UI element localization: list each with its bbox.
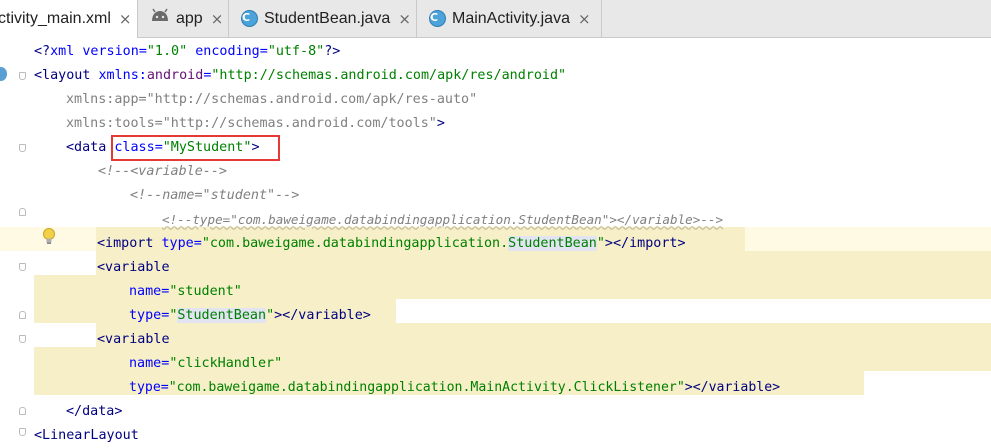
token: name <box>129 284 162 299</box>
token: ?> <box>324 44 341 59</box>
close-icon[interactable]: × <box>119 10 132 28</box>
token: <data <box>66 140 115 155</box>
fold-icon[interactable] <box>19 407 26 415</box>
close-icon[interactable]: × <box>211 10 224 28</box>
token: "1.0" <box>146 44 188 59</box>
token: "com.baweigame.databindingapplication.Ma… <box>168 380 685 395</box>
code-line: <!--<variable--> <box>98 160 991 184</box>
fold-icon[interactable] <box>19 263 26 271</box>
token: <!--type="com.baweigame.databindingappli… <box>162 212 724 227</box>
token: = <box>193 236 202 251</box>
annotation-box <box>111 135 280 161</box>
token: <variable <box>97 260 170 275</box>
token: "clickHandler" <box>169 356 283 371</box>
code-line: name="clickHandler" <box>129 352 991 376</box>
fold-icon[interactable] <box>19 311 26 319</box>
editor-tab-bar: ctivity_main.xml × app × C StudentBean.j… <box>0 0 991 38</box>
code-line: <variable <box>97 256 991 280</box>
token: "http://schemas.android.com/apk/res-auto… <box>146 92 478 107</box>
token: type <box>129 380 161 395</box>
code-editor[interactable]: <?xml version="1.0" encoding="utf-8"?> <… <box>0 38 991 443</box>
code-line: <import type="com.baweigame.databindinga… <box>97 232 991 256</box>
token: </data> <box>66 404 123 419</box>
android-icon <box>150 8 170 29</box>
token: android <box>146 68 204 83</box>
tab-label: StudentBean.java <box>264 9 391 27</box>
token: type <box>129 308 162 323</box>
code-line: xmlns:tools="http://schemas.android.com/… <box>66 112 991 136</box>
tab-studentbean-java[interactable]: C StudentBean.java × <box>229 0 417 37</box>
token: <variable <box>97 332 170 347</box>
code-line: <layout xmlns:android="http://schemas.an… <box>34 64 991 88</box>
tab-activity-main-xml[interactable]: ctivity_main.xml × <box>0 0 138 38</box>
token: "utf-8" <box>267 44 325 59</box>
code-line: <?xml version="1.0" encoding="utf-8"?> <box>34 40 991 64</box>
token: "com.baweigame.databindingapplication. <box>201 236 509 251</box>
token: "http://schemas.android.com/tools" <box>162 116 437 131</box>
token: " <box>266 308 275 323</box>
tab-app[interactable]: app × <box>138 0 229 37</box>
token: xmlns:app= <box>66 92 147 107</box>
code-line: </data> <box>66 400 991 424</box>
token: StudentBean <box>177 308 267 323</box>
token: xml version <box>50 44 139 59</box>
token: type <box>161 236 194 251</box>
token: > <box>436 116 445 131</box>
token: = <box>259 44 268 59</box>
token: ></import> <box>604 236 686 251</box>
token: " <box>596 236 605 251</box>
token: <LinearLayout <box>34 428 139 443</box>
code-line: <LinearLayout <box>34 424 991 448</box>
token: name <box>129 356 162 371</box>
token: <layout <box>34 68 99 83</box>
tab-label: app <box>176 9 203 27</box>
token: encoding <box>187 44 260 59</box>
tab-label: MainActivity.java <box>452 9 570 27</box>
code-line: <!--name="student"--> <box>130 184 991 208</box>
code-line: type="StudentBean"></variable> <box>129 304 991 328</box>
fold-icon[interactable] <box>19 208 26 216</box>
token: = <box>160 380 169 395</box>
token: <? <box>34 44 51 59</box>
token: xmlns:tools= <box>66 116 163 131</box>
token: <!--<variable--> <box>98 164 227 179</box>
token: "http://schemas.android.com/apk/res/andr… <box>211 68 567 83</box>
token: xmlns: <box>98 68 147 83</box>
token: StudentBean <box>508 236 597 251</box>
token: "student" <box>169 284 242 299</box>
java-class-icon: C <box>241 10 258 27</box>
token: ></variable> <box>684 380 781 395</box>
tab-label: ctivity_main.xml <box>0 10 111 27</box>
java-class-icon: C <box>429 10 446 27</box>
code-line: xmlns:app="http://schemas.android.com/ap… <box>66 88 991 112</box>
code-line: name="student" <box>129 280 991 304</box>
fold-icon[interactable] <box>19 335 26 343</box>
fold-icon[interactable] <box>19 144 26 152</box>
token: = <box>138 44 147 59</box>
close-icon[interactable]: × <box>578 10 591 28</box>
close-icon[interactable]: × <box>398 10 411 28</box>
token: ></variable> <box>274 308 371 323</box>
token: <import <box>97 236 162 251</box>
lightbulb-icon[interactable] <box>42 227 56 244</box>
code-line: <variable <box>97 328 991 352</box>
token: <!--name="student"--> <box>130 188 300 203</box>
code-line: <!--type="com.baweigame.databindingappli… <box>162 208 991 232</box>
code-line: type="com.baweigame.databindingapplicati… <box>129 376 991 400</box>
tab-mainactivity-java[interactable]: C MainActivity.java × <box>417 0 602 37</box>
fold-icon[interactable] <box>19 72 26 80</box>
